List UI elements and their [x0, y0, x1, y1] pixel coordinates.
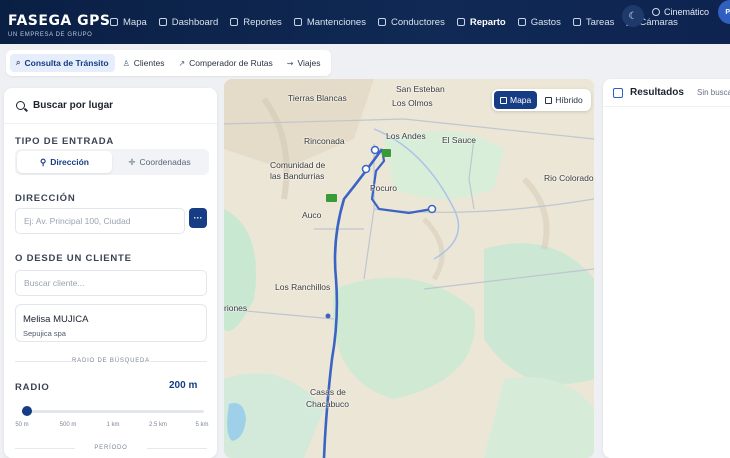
map-type-toggle: Mapa Híbrido [492, 89, 591, 111]
route-icon: ↗ [178, 58, 186, 68]
drivers-icon [377, 18, 386, 26]
dashboard-icon [158, 18, 167, 26]
trips-icon: ⇝ [286, 58, 294, 68]
tab-comparador-rutas[interactable]: ↗ Comperador de Rutas [172, 54, 278, 72]
main-nav: Mapa Dashboard Reportes Mantenciones Con… [104, 0, 684, 44]
moon-icon: ☾ [628, 10, 638, 22]
map-icon [110, 18, 118, 26]
radius-tick: 2.5 km [148, 422, 168, 428]
crosshair-icon: ✛ [128, 156, 136, 167]
panel-title: Buscar por lugar [33, 100, 114, 111]
place-label: Los Andes [386, 131, 426, 141]
search-icon: ⌕ [16, 58, 21, 67]
users-icon: ♙ [122, 58, 130, 68]
search-icon [16, 101, 25, 110]
radius-tick: 50 m [15, 422, 29, 428]
entry-type-selector: ⚲ Dirección ✛ Coordenadas [15, 149, 209, 175]
panel-header: Buscar por lugar [4, 88, 217, 124]
client-label: O DESDE UN CLIENTE [15, 253, 132, 264]
place-label: las Bandurrias [270, 171, 325, 181]
address-input[interactable]: Ej: Av. Principal 100, Ciudad [15, 208, 185, 234]
nav-item-conductores[interactable]: Conductores [372, 10, 451, 34]
client-company: Sepujica spa [23, 329, 66, 338]
nav-item-tareas[interactable]: Tareas [567, 10, 621, 34]
radius-slider[interactable] [22, 406, 204, 416]
radius-tick: 500 m [59, 422, 77, 428]
place-label: Tierras Blancas [288, 93, 347, 103]
place-label: Chacabuco [306, 399, 350, 409]
period-section-divider: PERÍODO [15, 445, 207, 451]
user-avatar[interactable]: PA [718, 0, 730, 24]
client-name: Melisa MUJICA [23, 314, 89, 325]
map-type-hibrido[interactable]: Híbrido [539, 91, 588, 109]
radius-label: RADIO [15, 382, 50, 393]
place-label: Rinconada [304, 136, 345, 146]
entry-option-coordenadas[interactable]: ✛ Coordenadas [112, 151, 207, 173]
nav-item-reparto[interactable]: Reparto [451, 10, 512, 34]
map-type-mapa[interactable]: Mapa [494, 91, 538, 109]
tab-viajes[interactable]: ⇝ Viajes [281, 54, 327, 72]
reports-icon [230, 18, 239, 26]
brand-logo[interactable]: FASEGA GPS [8, 14, 110, 28]
nav-item-dashboard[interactable]: Dashboard [153, 10, 224, 34]
place-label: Comunidad de [270, 160, 326, 170]
tab-consulta-transito[interactable]: ⌕ Consulta de Tránsito [10, 54, 115, 72]
search-panel: Buscar por lugar TIPO DE ENTRADA ⚲ Direcc… [4, 88, 217, 458]
place-label: Pocuro [370, 183, 397, 193]
results-panel: Resultados Sin busca [603, 79, 730, 458]
results-icon [613, 87, 623, 98]
wrench-icon [293, 18, 302, 26]
pin-icon: ⚲ [40, 156, 47, 167]
place-label: San Esteban [396, 84, 445, 94]
expenses-icon [517, 18, 526, 26]
place-label: Rio Colorado [544, 173, 594, 183]
place-label: Los Ranchillos [275, 282, 331, 292]
place-label: riones [224, 303, 248, 313]
radius-tick: 1 km [106, 422, 120, 428]
radius-tick: 5 km [195, 422, 209, 428]
cinematic-mode-toggle[interactable]: Cinemático [652, 5, 709, 19]
map-view[interactable]: Tierras Blancas San Esteban Los Olmos Lo… [224, 79, 594, 458]
place-label: Casas de [310, 387, 346, 397]
entry-type-label: TIPO DE ENTRADA [15, 136, 115, 147]
tasks-icon [572, 18, 581, 26]
top-navbar: FASEGA GPS UN EMPRESA DE GRUPO Mapa Dash… [0, 0, 730, 44]
client-search-input[interactable]: Buscar cliente... [15, 270, 207, 296]
results-status: Sin busca [697, 88, 730, 97]
place-label: Auco [302, 210, 322, 220]
nav-item-mapa[interactable]: Mapa [104, 10, 153, 34]
map-layer-icon [500, 96, 507, 104]
theme-toggle-button[interactable]: ☾ [622, 5, 644, 27]
radius-section-divider: RADIO DE BÚSQUEDA [15, 358, 207, 364]
subtab-bar: ⌕ Consulta de Tránsito ♙ Clientes ↗ Compera… [6, 50, 331, 76]
brand-tagline: UN EMPRESA DE GRUPO [8, 32, 93, 38]
results-title: Resultados [630, 87, 684, 98]
satellite-icon [545, 96, 553, 104]
radius-value: 200 m [169, 380, 198, 391]
place-label: El Sauce [442, 135, 477, 145]
nav-item-gastos[interactable]: Gastos [512, 10, 567, 34]
tab-clientes[interactable]: ♙ Clientes [117, 54, 171, 72]
nav-item-reportes[interactable]: Reportes [224, 10, 288, 34]
address-label: DIRECCIÓN [15, 193, 76, 204]
place-label: Los Olmos [392, 98, 433, 108]
nav-item-mantenciones[interactable]: Mantenciones [288, 10, 372, 34]
entry-option-direccion[interactable]: ⚲ Dirección [17, 151, 112, 173]
client-card[interactable]: Melisa MUJICA Sepujica spa [15, 304, 207, 342]
address-options-button[interactable]: ··· [189, 208, 207, 228]
cinematic-icon [652, 8, 660, 16]
radius-slider-thumb[interactable] [22, 406, 33, 416]
delivery-icon [456, 18, 465, 26]
